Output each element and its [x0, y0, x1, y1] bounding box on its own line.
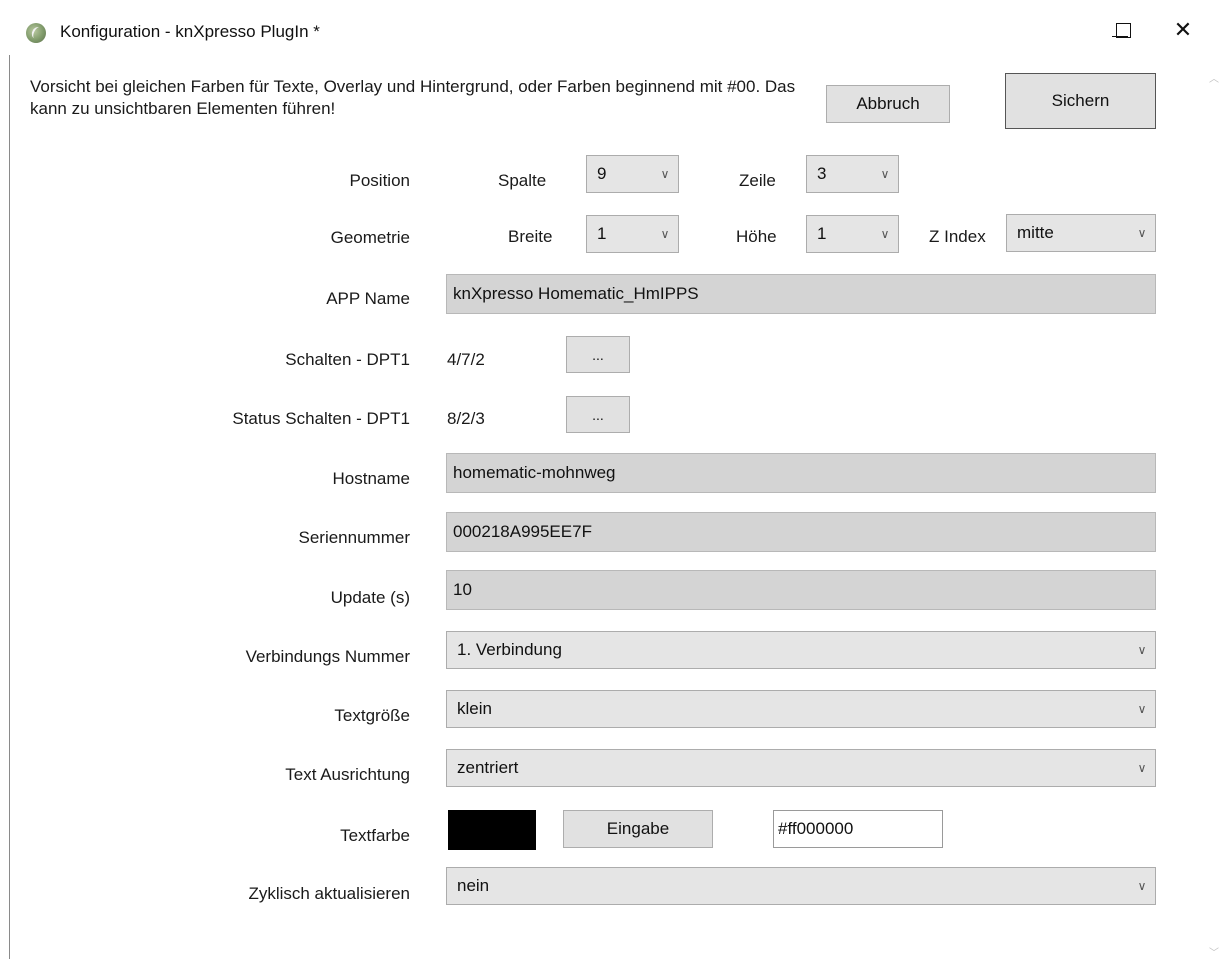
app-name-label: APP Name — [326, 289, 410, 308]
close-icon: ✕ — [1173, 17, 1193, 42]
app-icon — [26, 23, 46, 43]
text-align-value: zentriert — [457, 758, 519, 777]
text-color-label: Textfarbe — [340, 826, 410, 845]
chevron-down-icon: ∨ — [880, 167, 890, 181]
column-select[interactable]: 9 ∨ — [586, 155, 679, 193]
chevron-down-icon: ∨ — [1137, 879, 1147, 893]
zindex-value: mitte — [1017, 223, 1054, 242]
warning-text: Vorsicht bei gleichen Farben für Texte, … — [30, 77, 796, 118]
position-label: Position — [349, 171, 410, 190]
maximize-button[interactable] — [1100, 10, 1146, 50]
chevron-down-icon: ∨ — [660, 227, 670, 241]
cyclic-label: Zyklisch aktualisieren — [248, 884, 410, 903]
maximize-icon — [1115, 22, 1131, 38]
scroll-down-icon[interactable]: ﹀ — [1209, 944, 1219, 959]
column-value: 9 — [597, 164, 607, 183]
chevron-down-icon: ∨ — [660, 167, 670, 181]
chevron-down-icon: ∨ — [1137, 643, 1147, 657]
cyclic-select[interactable]: nein ∨ — [446, 867, 1156, 905]
window-border — [9, 55, 10, 959]
update-label: Update (s) — [330, 588, 410, 607]
width-label: Breite — [508, 227, 553, 246]
text-color-input-button[interactable]: Eingabe — [563, 810, 713, 848]
hostname-field[interactable]: homematic-mohnweg — [446, 453, 1156, 493]
switch-label: Schalten - DPT1 — [285, 350, 410, 369]
save-button[interactable]: Sichern — [1005, 73, 1156, 129]
height-value: 1 — [817, 224, 827, 243]
row-label: Zeile — [739, 171, 776, 190]
cyclic-value: nein — [457, 876, 490, 895]
app-name-field[interactable]: knXpresso Homematic_HmIPPS — [446, 274, 1156, 314]
text-color-hex-input[interactable]: #ff000000 — [773, 810, 943, 848]
height-label: Höhe — [736, 227, 777, 246]
row-select[interactable]: 3 ∨ — [806, 155, 899, 193]
close-button[interactable]: ✕ — [1160, 10, 1206, 50]
geometry-label: Geometrie — [330, 228, 410, 247]
chevron-down-icon: ∨ — [880, 227, 890, 241]
text-align-select[interactable]: zentriert ∨ — [446, 749, 1156, 787]
window-title: Konfiguration - knXpresso PlugIn * — [60, 22, 320, 41]
text-size-label: Textgröße — [334, 706, 410, 725]
chevron-down-icon: ∨ — [1137, 226, 1147, 240]
chevron-down-icon: ∨ — [1137, 761, 1147, 775]
status-switch-value: 8/2/3 — [447, 409, 485, 428]
scroll-up-icon[interactable]: ︿ — [1209, 70, 1219, 85]
connection-label: Verbindungs Nummer — [245, 647, 410, 666]
switch-browse-button[interactable]: ... — [566, 336, 630, 373]
chevron-down-icon: ∨ — [1137, 702, 1147, 716]
column-label: Spalte — [498, 171, 547, 190]
hostname-label: Hostname — [332, 469, 410, 488]
width-select[interactable]: 1 ∨ — [586, 215, 679, 253]
status-switch-label: Status Schalten - DPT1 — [232, 409, 410, 428]
width-value: 1 — [597, 224, 607, 243]
status-switch-browse-button[interactable]: ... — [566, 396, 630, 433]
zindex-label: Z Index — [929, 227, 986, 246]
connection-value: 1. Verbindung — [457, 640, 562, 659]
switch-value: 4/7/2 — [447, 350, 485, 369]
text-align-label: Text Ausrichtung — [285, 765, 410, 784]
text-color-swatch — [448, 810, 536, 850]
serial-label: Seriennummer — [298, 528, 411, 547]
update-field[interactable]: 10 — [446, 570, 1156, 610]
text-size-value: klein — [457, 699, 492, 718]
height-select[interactable]: 1 ∨ — [806, 215, 899, 253]
connection-select[interactable]: 1. Verbindung ∨ — [446, 631, 1156, 669]
serial-field[interactable]: 000218A995EE7F — [446, 512, 1156, 552]
zindex-select[interactable]: mitte ∨ — [1006, 214, 1156, 252]
text-size-select[interactable]: klein ∨ — [446, 690, 1156, 728]
cancel-button[interactable]: Abbruch — [826, 85, 950, 123]
row-value: 3 — [817, 164, 827, 183]
scrollbar[interactable] — [1206, 55, 1224, 959]
